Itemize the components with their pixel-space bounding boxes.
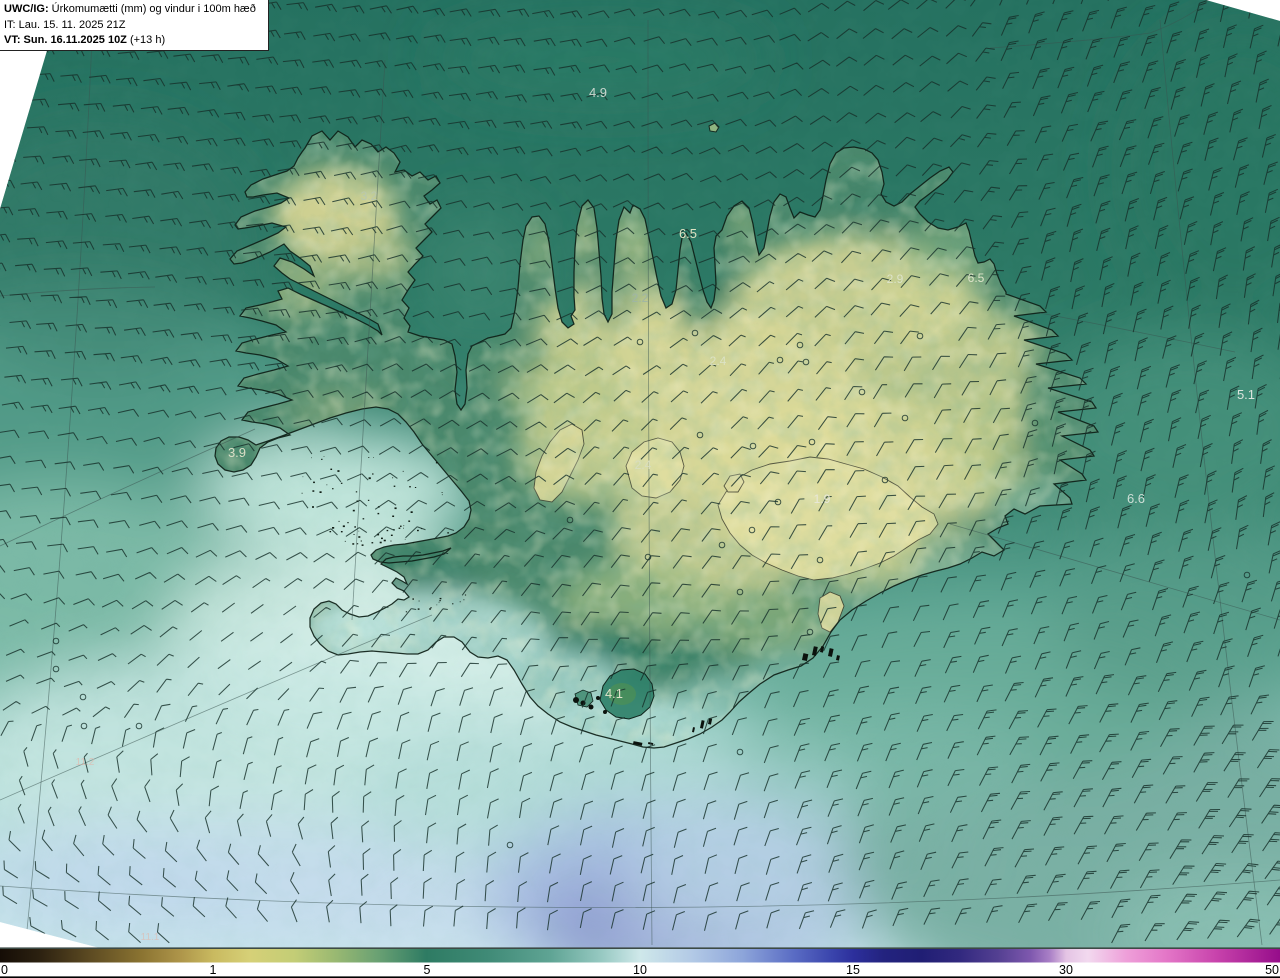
svg-text:5.1: 5.1: [1237, 387, 1255, 402]
svg-text:0: 0: [1, 963, 8, 977]
svg-text:6.5: 6.5: [679, 226, 697, 241]
svg-text:3.9: 3.9: [228, 445, 246, 460]
svg-text:30: 30: [1059, 963, 1073, 977]
svg-text:2.4: 2.4: [635, 458, 652, 472]
svg-text:10: 10: [633, 963, 647, 977]
svg-text:2.4: 2.4: [710, 354, 727, 368]
svg-text:50: 50: [1265, 963, 1279, 977]
svg-text:15: 15: [846, 963, 860, 977]
svg-text:6.6: 6.6: [1127, 491, 1145, 506]
svg-text:5: 5: [424, 963, 431, 977]
svg-text:2.9: 2.9: [887, 272, 904, 286]
svg-text:4.9: 4.9: [589, 85, 607, 100]
svg-text:4.1: 4.1: [605, 686, 623, 701]
svg-text:3.2: 3.2: [361, 189, 378, 203]
svg-text:1: 1: [210, 963, 217, 977]
svg-text:1.9: 1.9: [814, 492, 831, 506]
svg-text:11.2: 11.2: [76, 757, 95, 768]
svg-text:2.2: 2.2: [632, 291, 649, 305]
svg-text:6.5: 6.5: [968, 271, 985, 285]
svg-text:11.1: 11.1: [141, 932, 160, 943]
